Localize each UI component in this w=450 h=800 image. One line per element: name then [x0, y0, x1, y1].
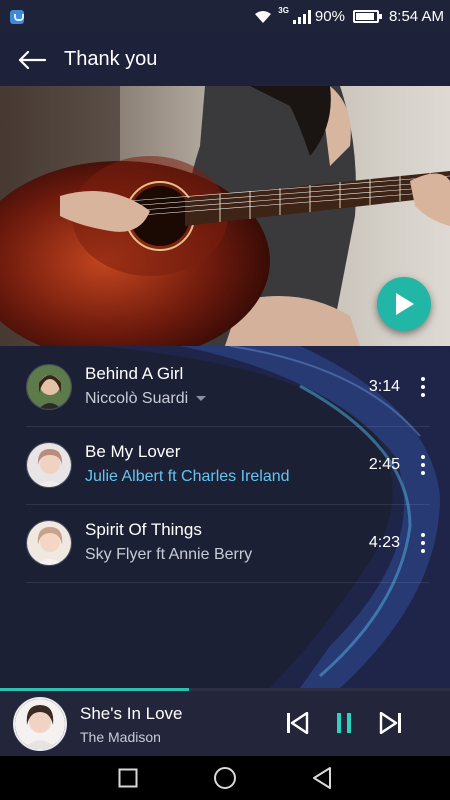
- track-row-behind-a-girl[interactable]: Behind A Girl Niccolò Suardi 3:14: [0, 348, 450, 426]
- track-avatar: [26, 364, 72, 410]
- chevron-down-icon: [196, 396, 207, 402]
- track-duration: 2:45: [368, 456, 400, 473]
- pause-icon: [337, 713, 351, 733]
- more-options-button[interactable]: [412, 445, 434, 485]
- skip-previous-icon: [287, 712, 309, 734]
- more-options-button[interactable]: [412, 367, 434, 407]
- track-title: Be My Lover: [85, 442, 181, 461]
- pause-button[interactable]: [330, 708, 358, 738]
- now-playing-title: She's In Love: [80, 704, 183, 723]
- track-artist: Niccolò Suardi: [85, 387, 369, 411]
- track-artist: Julie Albert ft Charles Ireland: [85, 468, 290, 485]
- battery-icon: [352, 10, 382, 23]
- status-indicators: 3G 90% 8:54 AM: [254, 6, 444, 25]
- track-duration: 4:23: [368, 534, 400, 551]
- more-options-button[interactable]: [412, 523, 434, 563]
- track-row-be-my-lover[interactable]: Be My Lover Julie Albert ft Charles Irel…: [0, 426, 450, 504]
- play-button[interactable]: [377, 277, 431, 331]
- notification-app-icon: [10, 9, 24, 24]
- signal-icon: [292, 9, 311, 24]
- track-list: Behind A Girl Niccolò Suardi 3:14 Be My …: [0, 346, 450, 688]
- recent-apps-button[interactable]: [106, 756, 150, 800]
- mini-player[interactable]: She's In Love The Madison: [0, 688, 450, 756]
- track-avatar: [26, 442, 72, 488]
- app-bar: Thank you: [0, 33, 450, 86]
- back-button[interactable]: [0, 33, 64, 86]
- arrow-left-icon: [18, 50, 47, 69]
- circle-icon: [213, 767, 236, 789]
- next-button[interactable]: [376, 708, 406, 738]
- back-nav-button[interactable]: [300, 756, 344, 800]
- track-row-spirit-of-things[interactable]: Spirit Of Things Sky Flyer ft Annie Berr…: [0, 504, 450, 582]
- triangle-back-icon: [312, 767, 331, 789]
- track-duration: 3:14: [368, 378, 400, 395]
- clock: 8:54 AM: [388, 8, 444, 25]
- divider: [26, 582, 430, 583]
- track-title: Behind A Girl: [85, 364, 184, 383]
- previous-button[interactable]: [282, 708, 312, 738]
- track-artist: Sky Flyer ft Annie Berry: [85, 546, 253, 563]
- track-title: Spirit Of Things: [85, 520, 202, 539]
- square-icon: [118, 768, 138, 788]
- now-playing-artist: The Madison: [80, 729, 161, 745]
- progress-bar[interactable]: [0, 688, 450, 691]
- network-type: 3G: [278, 6, 289, 15]
- wifi-icon: [255, 10, 272, 23]
- now-playing-avatar: [13, 697, 67, 751]
- battery-percent: 90%: [314, 8, 345, 25]
- status-bar: 3G 90% 8:54 AM: [0, 0, 450, 33]
- home-button[interactable]: [203, 756, 247, 800]
- track-avatar: [26, 520, 72, 566]
- page-title: Thank you: [64, 48, 158, 70]
- system-nav-bar: [0, 756, 450, 800]
- progress-fill: [0, 688, 189, 691]
- skip-next-icon: [379, 712, 401, 734]
- play-icon: [396, 293, 414, 315]
